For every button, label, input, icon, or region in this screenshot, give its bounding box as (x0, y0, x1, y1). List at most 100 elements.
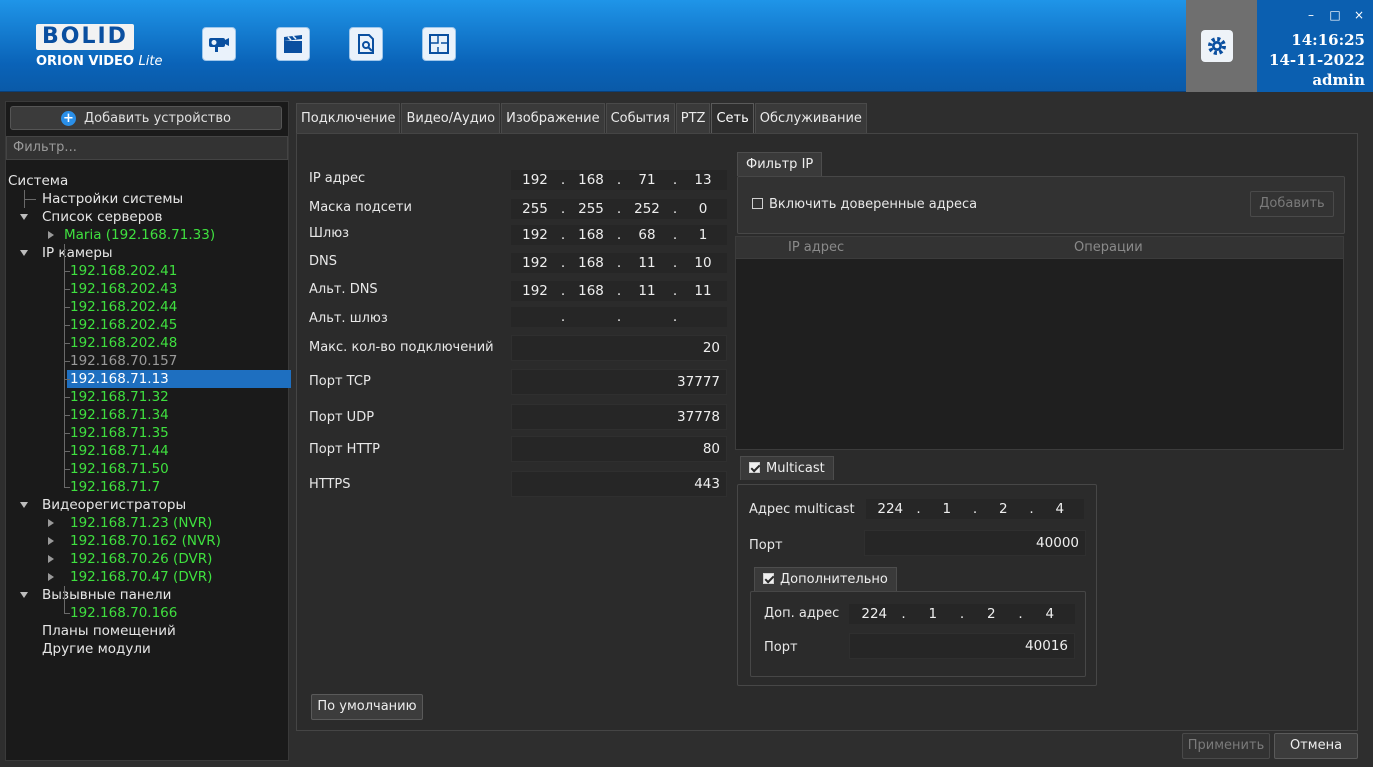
ip-octet[interactable]: 224 (866, 501, 915, 517)
camera-item[interactable]: 192.168.202.45 (6, 316, 288, 334)
call-panel-item[interactable]: 192.168.70.166 (6, 604, 288, 622)
multicast-address-field[interactable]: 224. 1. 2. 4 (866, 499, 1084, 519)
tree-node-ip-cameras[interactable]: IP камеры (6, 244, 288, 262)
expand-icon[interactable] (20, 592, 28, 598)
collapse-icon[interactable] (48, 519, 54, 527)
ip-octet[interactable]: 192 (511, 283, 559, 299)
camera-item[interactable]: 192.168.202.41 (6, 262, 288, 280)
gear-icon[interactable] (1201, 30, 1233, 62)
ip-octet[interactable]: 168 (567, 255, 615, 271)
ip-octet[interactable]: 0 (679, 201, 727, 217)
camera-item[interactable]: 192.168.71.44 (6, 442, 288, 460)
tab-events[interactable]: События (605, 103, 675, 133)
apply-button[interactable]: Применить (1182, 733, 1270, 759)
ip-octet[interactable]: 252 (623, 201, 671, 217)
expand-icon[interactable] (20, 214, 28, 220)
tree-node-servers[interactable]: Список серверов (6, 208, 288, 226)
subnet-mask-field[interactable]: 255. 255. 252. 0 (511, 199, 727, 219)
ip-octet[interactable]: 168 (567, 283, 615, 299)
column-ip-address[interactable]: IP адрес (788, 240, 844, 255)
ip-octet[interactable]: 168 (567, 227, 615, 243)
camera-item[interactable]: 192.168.71.35 (6, 424, 288, 442)
recorder-item[interactable]: 192.168.71.23 (NVR) (6, 514, 288, 532)
filter-input[interactable]: Фильтр... (6, 136, 288, 160)
cancel-button[interactable]: Отмена (1274, 733, 1358, 759)
ip-octet[interactable]: 255 (567, 201, 615, 217)
close-icon[interactable]: × (1353, 8, 1365, 22)
ip-octet[interactable]: 192 (511, 172, 559, 188)
ip-octet[interactable]: 11 (623, 283, 671, 299)
ip-octet[interactable]: 224 (849, 606, 900, 622)
ip-octet[interactable]: 168 (567, 172, 615, 188)
ip-octet[interactable]: 2 (979, 501, 1028, 517)
clapperboard-icon[interactable] (276, 27, 310, 61)
document-search-icon[interactable] (349, 27, 383, 61)
camera-item[interactable]: 192.168.202.43 (6, 280, 288, 298)
tree-node-recorders[interactable]: Видеорегистраторы (6, 496, 288, 514)
tab-maintenance[interactable]: Обслуживание (754, 103, 867, 133)
ip-octet[interactable]: 255 (511, 201, 559, 217)
add-address-button[interactable]: Добавить (1250, 191, 1334, 217)
ip-octet[interactable]: 68 (623, 227, 671, 243)
gateway-field[interactable]: 192. 168. 68. 1 (511, 225, 727, 245)
tab-image[interactable]: Изображение (501, 103, 605, 133)
https-port-field[interactable]: 443 (511, 471, 727, 497)
collapse-icon[interactable] (48, 231, 54, 239)
expand-icon[interactable] (20, 502, 28, 508)
tab-connection[interactable]: Подключение (296, 103, 401, 133)
tree-node-server-maria[interactable]: Maria (192.168.71.33) (6, 226, 288, 244)
maximize-icon[interactable]: □ (1329, 8, 1341, 22)
ip-octet[interactable]: 1 (908, 606, 959, 622)
column-operations[interactable]: Операции (1074, 240, 1143, 255)
tree-node-system[interactable]: Система (6, 172, 288, 190)
ip-octet[interactable]: 2 (966, 606, 1017, 622)
recorder-item[interactable]: 192.168.70.162 (NVR) (6, 532, 288, 550)
tab-video-audio[interactable]: Видео/Аудио (401, 103, 501, 133)
camera-item[interactable]: 192.168.70.157 (6, 352, 288, 370)
ip-octet[interactable]: 13 (679, 172, 727, 188)
tcp-port-field[interactable]: 37777 (511, 369, 727, 395)
recorder-item[interactable]: 192.168.70.26 (DVR) (6, 550, 288, 568)
extra-port-field[interactable]: 40016 (849, 633, 1075, 659)
tree-node-other-modules[interactable]: Другие модули (6, 640, 288, 658)
ip-octet[interactable]: 4 (1036, 501, 1085, 517)
dns-field[interactable]: 192. 168. 11. 10 (511, 253, 727, 273)
camera-item[interactable]: 192.168.71.50 (6, 460, 288, 478)
extra-address-field[interactable]: 224. 1. 2. 4 (849, 604, 1075, 624)
tree-node-settings[interactable]: Настройки системы (6, 190, 288, 208)
camera-item[interactable]: 192.168.202.48 (6, 334, 288, 352)
add-device-button[interactable]: + Добавить устройство (10, 106, 282, 130)
tab-network[interactable]: Сеть (711, 103, 754, 133)
collapse-icon[interactable] (48, 573, 54, 581)
ip-octet[interactable]: 11 (623, 255, 671, 271)
ip-octet[interactable]: 10 (679, 255, 727, 271)
camera-icon[interactable] (202, 27, 236, 61)
trusted-addresses-checkbox[interactable]: Включить доверенные адреса (752, 197, 977, 212)
expand-icon[interactable] (20, 250, 28, 256)
collapse-icon[interactable] (48, 537, 54, 545)
udp-port-field[interactable]: 37778 (511, 404, 727, 430)
camera-item[interactable]: 192.168.71.7 (6, 478, 288, 496)
ip-octet[interactable]: 4 (1025, 606, 1076, 622)
tree-node-floor-plans[interactable]: Планы помещений (6, 622, 288, 640)
http-port-field[interactable]: 80 (511, 436, 727, 462)
ip-address-field[interactable]: 192. 168. 71. 13 (511, 170, 727, 190)
tree-node-call-panels[interactable]: Вызывные панели (6, 586, 288, 604)
multicast-port-field[interactable]: 40000 (864, 530, 1086, 556)
floor-plan-icon[interactable] (422, 27, 456, 61)
ip-octet[interactable]: 1 (679, 227, 727, 243)
minimize-icon[interactable]: – (1305, 8, 1317, 22)
alt-dns-field[interactable]: 192. 168. 11. 11 (511, 281, 727, 301)
multicast-checkbox[interactable]: Multicast (740, 456, 834, 480)
camera-item[interactable]: 192.168.71.13 (6, 370, 291, 388)
camera-item[interactable]: 192.168.202.44 (6, 298, 288, 316)
recorder-item[interactable]: 192.168.70.47 (DVR) (6, 568, 288, 586)
ip-octet[interactable]: 192 (511, 227, 559, 243)
ip-octet[interactable]: 1 (923, 501, 972, 517)
default-button[interactable]: По умолчанию (311, 694, 423, 720)
max-connections-field[interactable]: 20 (511, 335, 727, 361)
ip-octet[interactable]: 71 (623, 172, 671, 188)
ip-octet[interactable]: 192 (511, 255, 559, 271)
camera-item[interactable]: 192.168.71.32 (6, 388, 288, 406)
extra-checkbox[interactable]: Дополнительно (754, 567, 897, 591)
